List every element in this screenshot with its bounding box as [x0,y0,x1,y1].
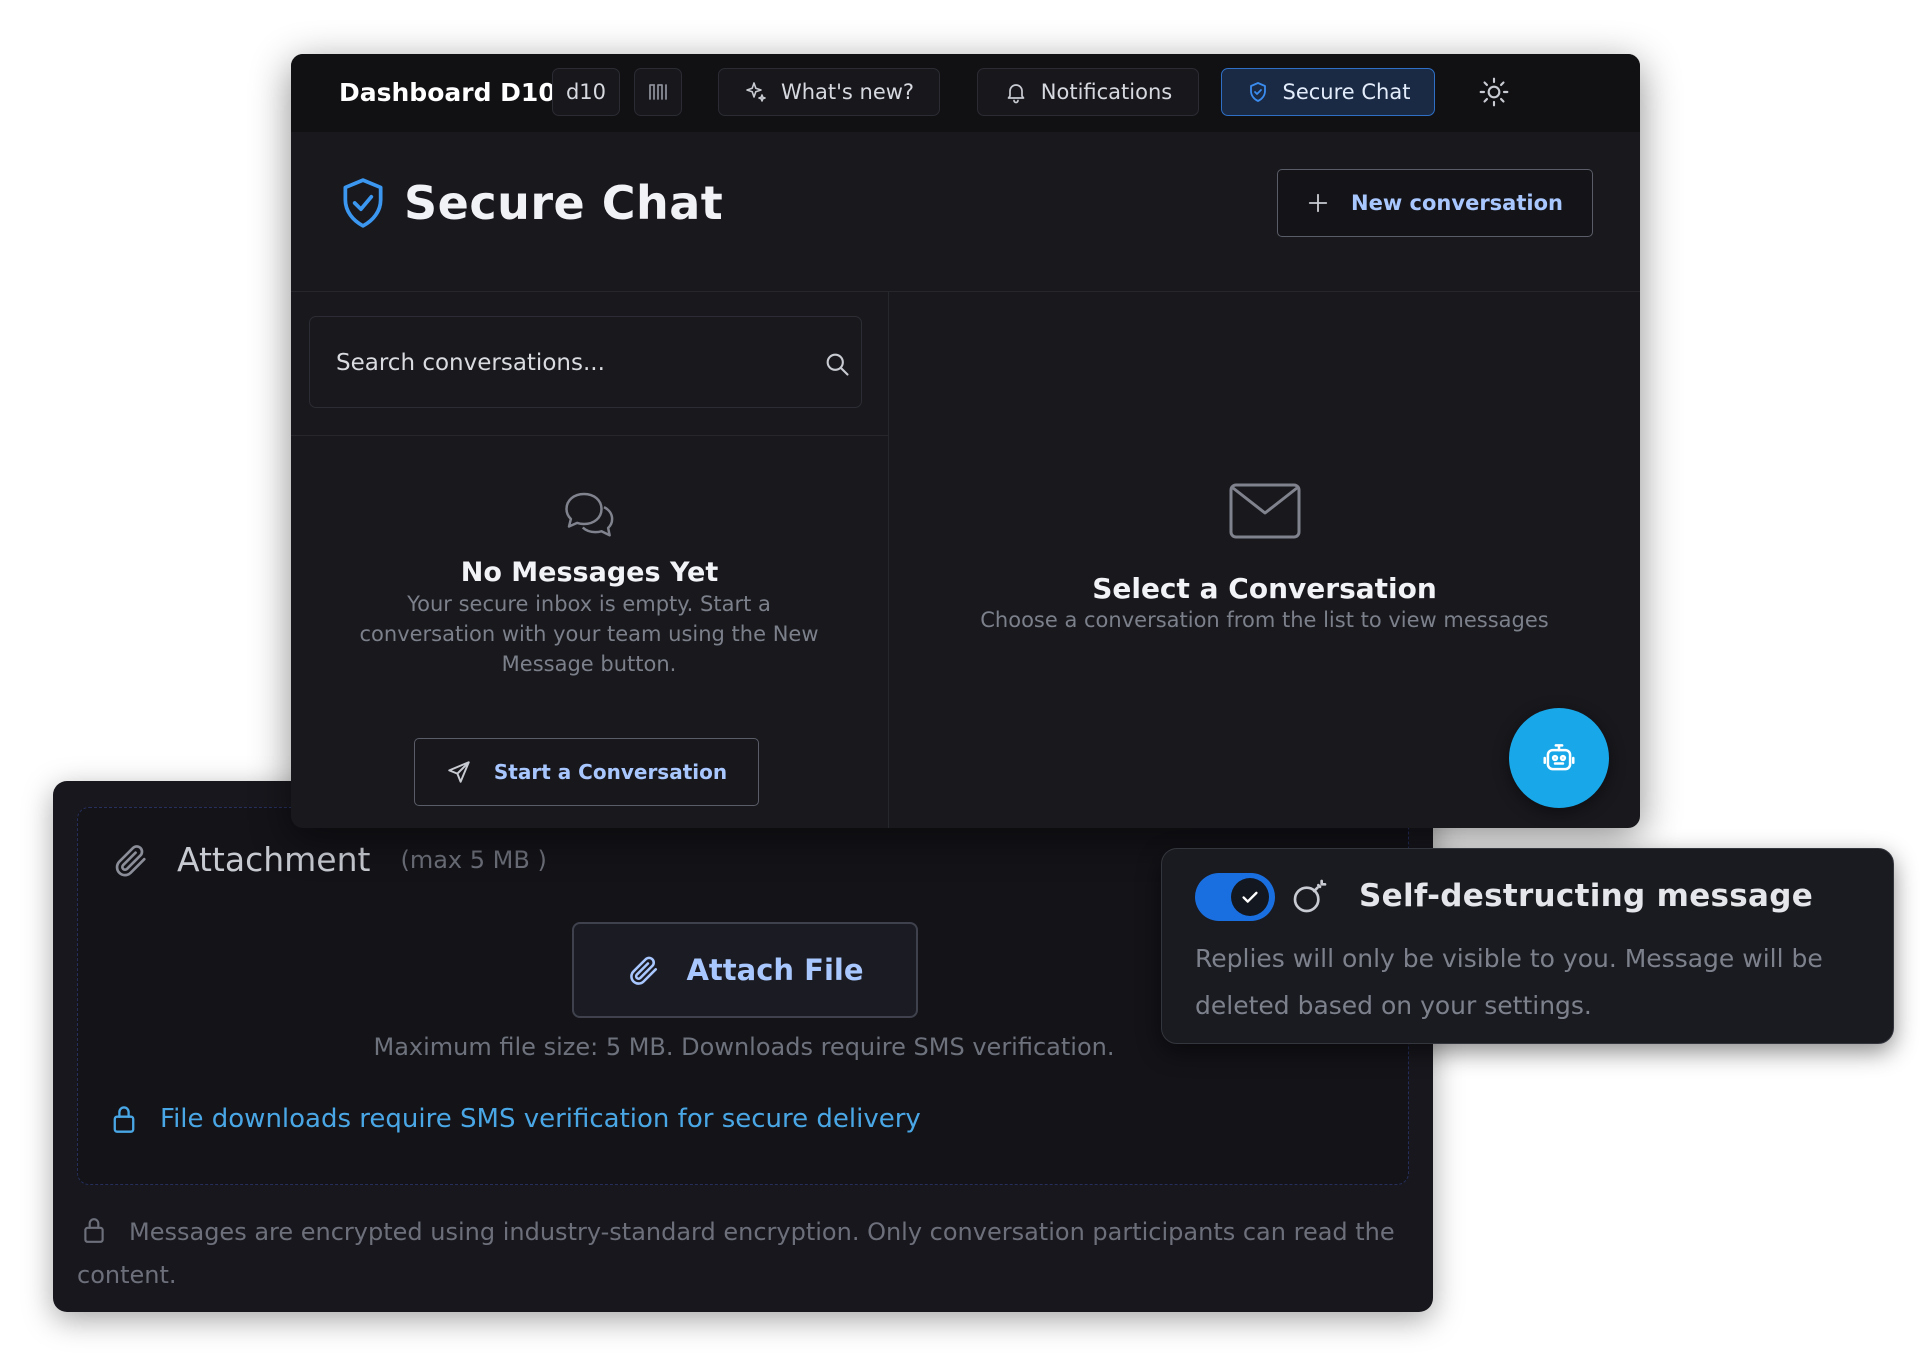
empty-state-title: No Messages Yet [460,557,719,588]
page-title-row: Secure Chat [338,176,723,230]
new-conversation-label: New conversation [1351,191,1563,215]
dashboard-badge[interactable]: d10 [552,68,620,116]
check-icon [1239,886,1261,908]
self-destruct-card: Self-destructing message Replies will on… [1161,848,1894,1044]
select-conversation-description: Choose a conversation from the list to v… [980,608,1549,632]
layout-toggle-button[interactable] [634,68,682,116]
conversation-list-pane: No Messages Yet Your secure inbox is emp… [291,292,889,828]
send-icon [446,759,472,785]
notifications-label: Notifications [1040,80,1173,104]
chat-bubbles-icon [559,484,619,544]
assistant-bot-button[interactable] [1509,708,1609,808]
empty-state-description: Your secure inbox is empty. Start a conv… [359,592,819,676]
attach-file-button[interactable]: Attach File [572,922,918,1018]
attachment-header: Attachment (max 5 MB ) [111,840,547,879]
new-conversation-button[interactable]: New conversation [1277,169,1593,237]
paperclip-icon [111,841,149,879]
start-conversation-label: Start a Conversation [493,760,728,784]
shield-icon [1246,80,1270,104]
sms-verification-text: File downloads require SMS verification … [160,1104,921,1134]
encryption-note: Messages are encrypted using industry-st… [77,1211,1407,1297]
select-conversation-title: Select a Conversation [1092,572,1437,605]
secure-chat-window: Dashboard D10 d10 What's new? Notificati… [291,54,1640,828]
whats-new-label: What's new? [780,80,915,104]
search-box[interactable] [309,316,862,408]
self-destruct-title: Self-destructing message [1359,878,1814,914]
divider [291,435,888,436]
paperclip-icon [626,953,660,987]
search-icon[interactable] [823,350,851,378]
robot-icon [1540,739,1578,777]
bomb-icon [1290,876,1330,916]
secure-chat-tab[interactable]: Secure Chat [1221,68,1435,116]
bell-icon [1004,80,1028,104]
self-destruct-description: Replies will only be visible to you. Mes… [1195,944,1823,1020]
attach-file-label: Attach File [686,953,864,987]
sun-icon[interactable] [1478,76,1510,108]
attachment-title: Attachment [177,840,371,879]
dashboard-brand: Dashboard D10 [339,78,556,107]
plus-icon [1307,192,1329,214]
sparkle-icon [744,80,768,104]
shield-check-icon [338,176,388,230]
lock-icon [110,1104,138,1134]
dashboard-badge-label: d10 [565,80,607,104]
layout-icon [646,80,670,104]
notifications-button[interactable]: Notifications [977,68,1199,116]
start-conversation-button[interactable]: Start a Conversation [414,738,759,806]
sms-verification-notice: File downloads require SMS verification … [110,1104,921,1134]
page-title: Secure Chat [404,176,724,230]
encryption-note-text: Messages are encrypted using industry-st… [77,1218,1395,1289]
whats-new-button[interactable]: What's new? [718,68,940,116]
mail-icon [1228,482,1302,540]
top-navigation-bar: Dashboard D10 d10 What's new? Notificati… [291,54,1640,132]
self-destruct-toggle[interactable] [1195,873,1275,921]
secure-chat-tab-label: Secure Chat [1282,80,1411,104]
toggle-knob [1231,878,1269,916]
search-input[interactable] [334,343,798,383]
lock-icon [81,1216,107,1244]
attachment-max-size: (max 5 MB ) [400,845,547,874]
conversation-view-pane: Select a Conversation Choose a conversat… [889,292,1640,828]
